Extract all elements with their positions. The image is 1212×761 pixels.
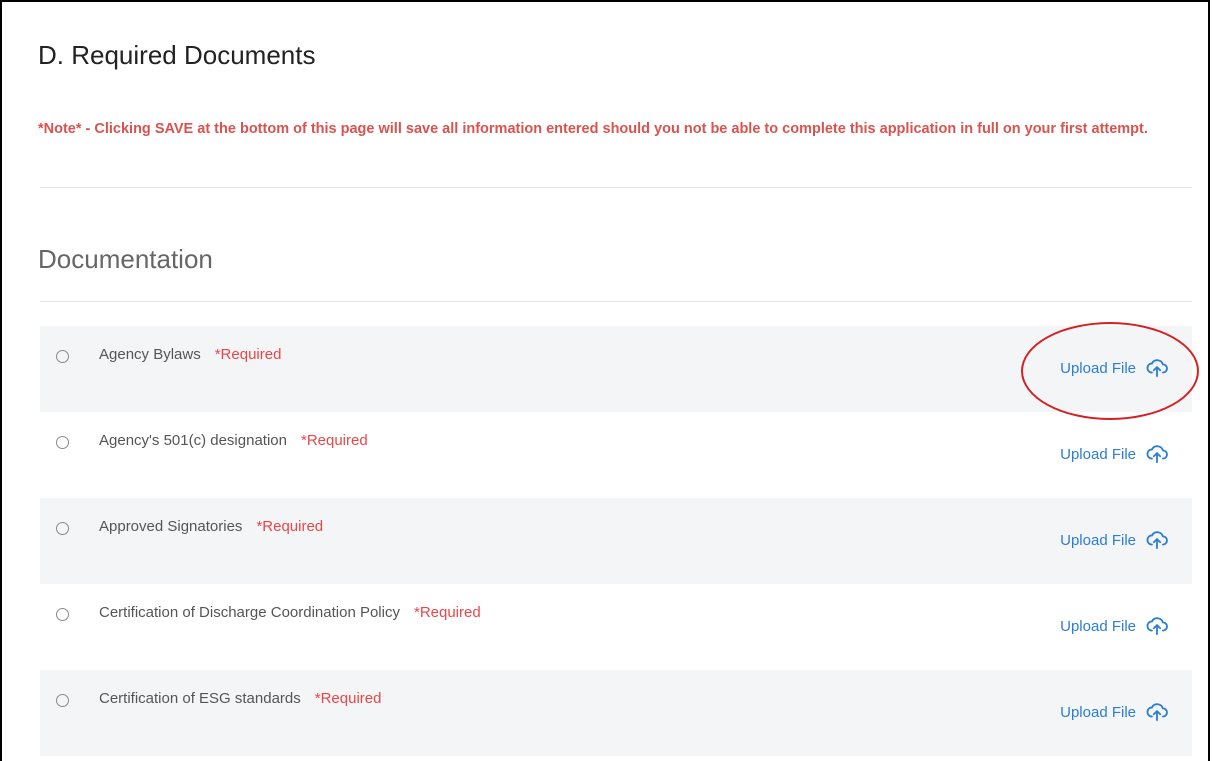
upload-file-button[interactable]: Upload File	[1060, 616, 1168, 636]
document-list: Agency Bylaws *Required Upload File Agenc…	[40, 326, 1192, 756]
document-row: Certification of Discharge Coordination …	[40, 584, 1192, 670]
document-label: Agency Bylaws *Required	[99, 346, 282, 363]
upload-file-label: Upload File	[1060, 359, 1136, 377]
upload-file-label: Upload File	[1060, 703, 1136, 721]
cloud-upload-icon	[1146, 359, 1168, 378]
cloud-upload-icon	[1146, 531, 1168, 550]
required-indicator: *Required	[300, 432, 368, 449]
upload-file-label: Upload File	[1060, 617, 1136, 635]
radio-circle-icon[interactable]	[56, 522, 69, 535]
document-label: Approved Signatories *Required	[99, 518, 324, 535]
cloud-upload-icon	[1146, 703, 1168, 722]
document-row: Agency's 501(c) designation *Required Upl…	[40, 412, 1192, 498]
cloud-upload-icon	[1146, 445, 1168, 464]
divider	[40, 187, 1192, 188]
document-label: Certification of ESG standards *Required	[99, 690, 382, 707]
cloud-upload-icon	[1146, 617, 1168, 636]
radio-circle-icon[interactable]	[56, 350, 69, 363]
upload-file-button[interactable]: Upload File	[1060, 530, 1168, 550]
required-indicator: *Required	[413, 604, 481, 621]
radio-circle-icon[interactable]	[56, 608, 69, 621]
upload-file-button[interactable]: Upload File	[1060, 358, 1168, 378]
required-indicator: *Required	[214, 346, 282, 363]
upload-file-button[interactable]: Upload File	[1060, 702, 1168, 722]
section-title-documentation: Documentation	[38, 244, 213, 274]
document-label: Certification of Discharge Coordination …	[99, 604, 481, 621]
page-title: D. Required Documents	[38, 40, 316, 70]
radio-circle-icon[interactable]	[56, 436, 69, 449]
required-indicator: *Required	[314, 690, 382, 707]
document-row: Agency Bylaws *Required Upload File	[40, 326, 1192, 412]
radio-circle-icon[interactable]	[56, 694, 69, 707]
document-row: Approved Signatories *Required Upload Fil…	[40, 498, 1192, 584]
upload-file-label: Upload File	[1060, 531, 1136, 549]
save-note: *Note* - Clicking SAVE at the bottom of …	[38, 121, 1148, 137]
document-row: Certification of ESG standards *Required …	[40, 670, 1192, 756]
divider	[40, 301, 1192, 302]
document-label: Agency's 501(c) designation *Required	[99, 432, 368, 449]
upload-file-button[interactable]: Upload File	[1060, 444, 1168, 464]
upload-file-label: Upload File	[1060, 445, 1136, 463]
required-indicator: *Required	[256, 518, 324, 535]
